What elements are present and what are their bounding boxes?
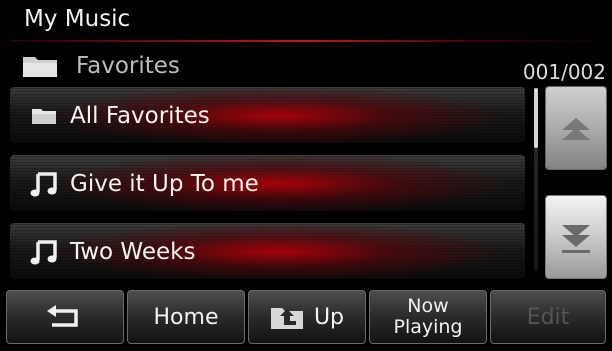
home-button-label: Home [153,304,219,330]
list-item-label: Give it Up To me [70,170,259,197]
scroll-down-button[interactable] [545,195,607,279]
page-counter: 001/002 [522,60,606,84]
list-item-song[interactable]: Give it Up To me [10,155,525,211]
edit-button[interactable]: Edit [490,290,606,344]
list-item-label: All Favorites [70,102,210,129]
music-note-icon [30,171,57,196]
music-note-icon [30,239,57,264]
home-button[interactable]: Home [127,290,245,344]
folder-up-icon [270,308,303,329]
back-arrow-icon [47,305,78,327]
edit-button-label: Edit [526,304,570,330]
scroll-up-icon [562,118,590,140]
up-button[interactable]: Up [248,290,366,344]
scroll-down-icon [562,225,590,253]
back-button[interactable] [6,290,124,344]
page-title: My Music [24,6,131,32]
title-divider [10,40,600,42]
breadcrumb-label: Favorites [76,53,180,79]
up-button-label: Up [313,304,345,330]
scrollbar-thumb[interactable] [534,88,538,148]
now-playing-line2: Playing [393,316,463,338]
scroll-up-button[interactable] [545,86,607,170]
now-playing-label: Now Playing [393,296,462,338]
now-playing-button[interactable]: Now Playing [369,290,487,344]
folder-icon [32,108,56,124]
list-item-label: Two Weeks [70,238,196,265]
folder-icon [23,57,57,77]
breadcrumb: Favorites [22,52,180,80]
now-playing-line1: Now [407,295,449,317]
list-item-song[interactable]: Two Weeks [10,223,525,279]
list-item-all-favorites[interactable]: All Favorites [10,87,525,143]
